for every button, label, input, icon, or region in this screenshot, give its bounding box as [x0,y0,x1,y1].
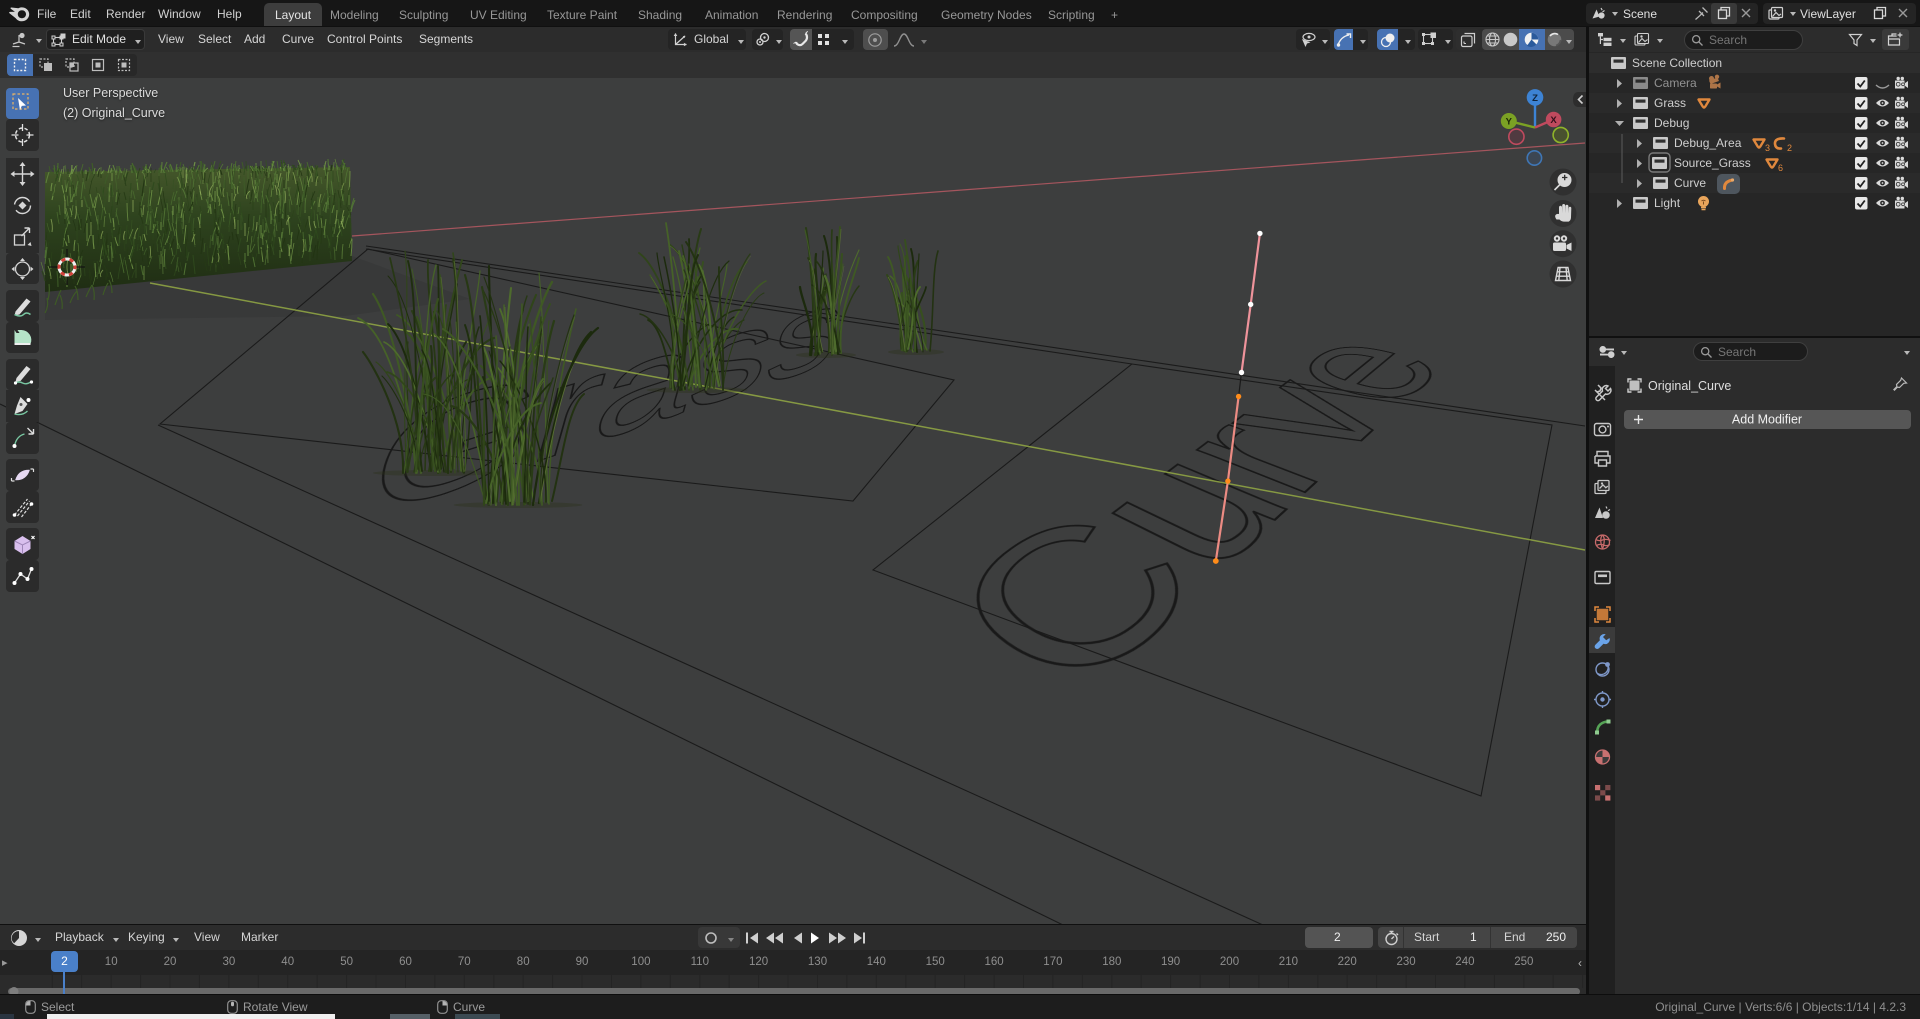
svg-text:Grass: Grass [1654,96,1686,110]
svg-text:Scene Collection: Scene Collection [1632,56,1722,70]
svg-text:200: 200 [1220,956,1239,968]
svg-text:Source_Grass: Source_Grass [1674,156,1751,170]
svg-text:230: 230 [1397,956,1416,968]
svg-text:3: 3 [1765,143,1770,153]
svg-text:20: 20 [164,956,177,968]
svg-text:70: 70 [458,956,471,968]
svg-text:210: 210 [1279,956,1298,968]
svg-text:120: 120 [749,956,768,968]
svg-text:Z: Z [1532,93,1538,104]
svg-text:Add Modifier: Add Modifier [1732,413,1802,427]
svg-text:250: 250 [1514,956,1533,968]
svg-text:80: 80 [517,956,530,968]
svg-text:170: 170 [1043,956,1062,968]
svg-text:6: 6 [1778,163,1783,173]
svg-text:Y: Y [1506,116,1513,127]
svg-text:110: 110 [691,956,709,968]
svg-text:Original_Curve: Original_Curve [1648,379,1731,393]
svg-text:Camera: Camera [1654,76,1697,90]
svg-text:130: 130 [808,956,827,968]
svg-text:140: 140 [867,956,886,968]
svg-text:190: 190 [1161,956,1180,968]
svg-text:30: 30 [223,956,236,968]
svg-text:10: 10 [105,956,118,968]
svg-text:Debug_Area: Debug_Area [1674,136,1742,150]
svg-text:100: 100 [631,956,650,968]
svg-text:X: X [1550,115,1557,126]
svg-text:40: 40 [281,956,294,968]
svg-text:220: 220 [1338,956,1357,968]
svg-text:150: 150 [926,956,945,968]
svg-text:Debug: Debug [1654,116,1689,130]
svg-text:Curve: Curve [1674,176,1706,190]
svg-text:Light: Light [1654,196,1681,210]
svg-text:60: 60 [399,956,412,968]
svg-text:240: 240 [1455,956,1474,968]
svg-text:50: 50 [340,956,353,968]
svg-text:160: 160 [985,956,1004,968]
svg-text:2: 2 [1787,143,1792,153]
svg-text:180: 180 [1102,956,1121,968]
svg-text:90: 90 [576,956,589,968]
